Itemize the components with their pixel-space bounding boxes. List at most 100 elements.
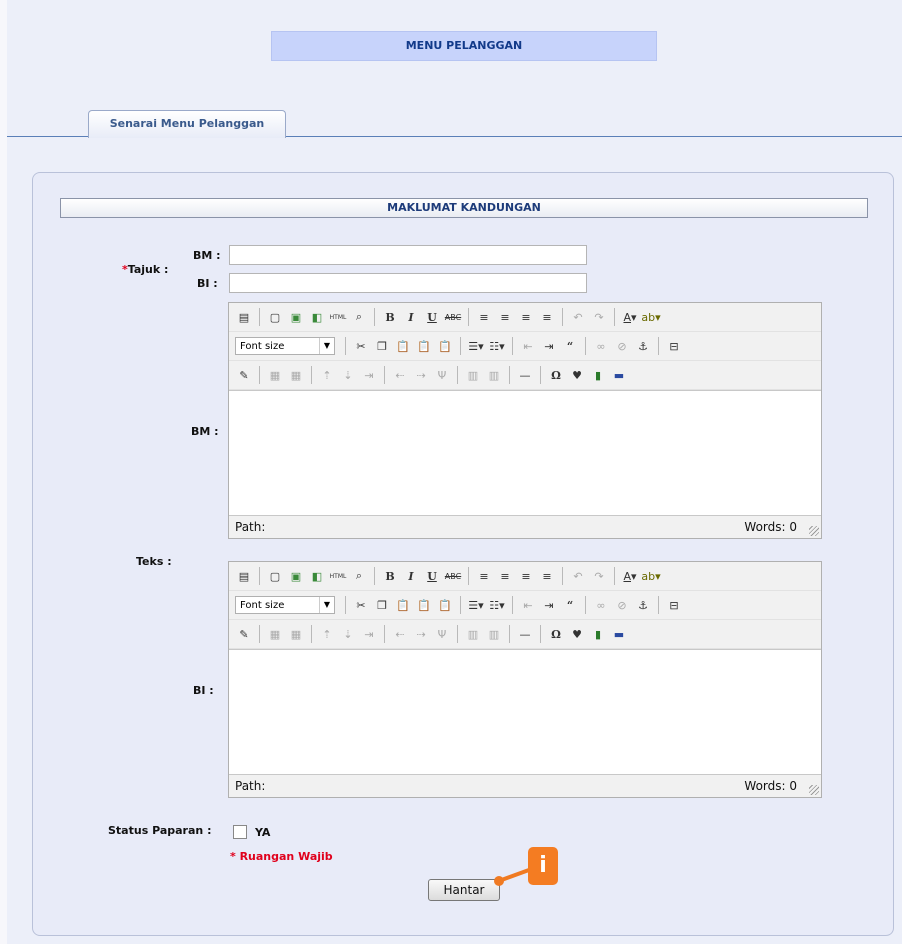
preview-icon[interactable]: ⌕ xyxy=(350,567,368,585)
col-after-icon[interactable]: ⇢ xyxy=(412,625,430,643)
resize-handle-icon[interactable] xyxy=(809,526,819,536)
media-icon[interactable]: ▮ xyxy=(589,366,607,384)
justify-icon[interactable]: ≡ xyxy=(538,567,556,585)
unlink-icon[interactable]: ⊘ xyxy=(613,596,631,614)
editor-bi-content[interactable] xyxy=(229,649,821,775)
highlight-color-icon[interactable]: ab▾ xyxy=(641,567,660,585)
blockquote-icon[interactable]: “ xyxy=(561,596,579,614)
bold-icon[interactable]: B xyxy=(381,567,399,585)
indent-icon[interactable]: ⇥ xyxy=(540,337,558,355)
col-before-icon[interactable]: ⇠ xyxy=(391,625,409,643)
copy-icon[interactable]: ❐ xyxy=(373,337,391,355)
html-icon[interactable]: HTML xyxy=(329,567,347,585)
align-right-icon[interactable]: ≡ xyxy=(517,567,535,585)
table-icon[interactable]: ▦ xyxy=(266,366,284,384)
delete-col-icon[interactable]: Ψ xyxy=(433,625,451,643)
strikethrough-icon[interactable]: ABC xyxy=(444,308,462,326)
cut-icon[interactable]: ✂ xyxy=(352,596,370,614)
status-ya-checkbox[interactable] xyxy=(233,825,247,839)
hr-icon[interactable]: — xyxy=(516,366,534,384)
align-left-icon[interactable]: ≡ xyxy=(475,308,493,326)
horizontal-rule-icon[interactable]: ⊟ xyxy=(665,337,683,355)
merge-cells-icon[interactable]: ▥ xyxy=(485,366,503,384)
special-char-icon[interactable]: Ω xyxy=(547,366,565,384)
text-color-icon[interactable]: A ▾ xyxy=(621,567,639,585)
bold-icon[interactable]: B xyxy=(381,308,399,326)
col-before-icon[interactable]: ⇠ xyxy=(391,366,409,384)
spellcheck-icon[interactable]: ♥ xyxy=(568,366,586,384)
undo-icon[interactable]: ↶ xyxy=(569,308,587,326)
paste-icon[interactable]: 📋 xyxy=(394,596,412,614)
insert-image-icon[interactable]: ▣ xyxy=(287,308,305,326)
media-icon[interactable]: ▮ xyxy=(589,625,607,643)
strikethrough-icon[interactable]: ABC xyxy=(444,567,462,585)
html-icon[interactable]: HTML xyxy=(329,308,347,326)
separator-icon[interactable]: ▬ xyxy=(610,625,628,643)
paste-word-icon[interactable]: 📋 xyxy=(436,596,454,614)
align-center-icon[interactable]: ≡ xyxy=(496,567,514,585)
align-center-icon[interactable]: ≡ xyxy=(496,308,514,326)
source-icon[interactable]: ▤ xyxy=(235,308,253,326)
paste-word-icon[interactable]: 📋 xyxy=(436,337,454,355)
split-cells-icon[interactable]: ▥ xyxy=(464,366,482,384)
highlight-color-icon[interactable]: ab▾ xyxy=(641,308,660,326)
row-before-icon[interactable]: ⇡ xyxy=(318,366,336,384)
redo-icon[interactable]: ↷ xyxy=(590,308,608,326)
paste-icon[interactable]: 📋 xyxy=(394,337,412,355)
text-color-icon[interactable]: A ▾ xyxy=(621,308,639,326)
row-before-icon[interactable]: ⇡ xyxy=(318,625,336,643)
blockquote-icon[interactable]: “ xyxy=(561,337,579,355)
link-icon[interactable]: ∞ xyxy=(592,596,610,614)
outdent-icon[interactable]: ⇤ xyxy=(519,337,537,355)
editor-bm-content[interactable] xyxy=(229,390,821,516)
numbered-list-icon[interactable]: ☷▾ xyxy=(488,337,506,355)
tab-senarai-menu-pelanggan[interactable]: Senarai Menu Pelanggan xyxy=(88,110,286,138)
tajuk-bm-input[interactable] xyxy=(229,245,587,265)
underline-icon[interactable]: U xyxy=(423,567,441,585)
delete-col-icon[interactable]: Ψ xyxy=(433,366,451,384)
hantar-button[interactable]: Hantar xyxy=(428,879,500,901)
col-after-icon[interactable]: ⇢ xyxy=(412,366,430,384)
unlink-icon[interactable]: ⊘ xyxy=(613,337,631,355)
bullet-list-icon[interactable]: ☰▾ xyxy=(467,596,485,614)
justify-icon[interactable]: ≡ xyxy=(538,308,556,326)
font-size-select[interactable]: Font size ▼ xyxy=(235,337,335,355)
source-icon[interactable]: ▤ xyxy=(235,567,253,585)
italic-icon[interactable]: I xyxy=(402,567,420,585)
edit-icon[interactable]: ✎ xyxy=(235,366,253,384)
table-props-icon[interactable]: ▦ xyxy=(287,625,305,643)
redo-icon[interactable]: ↷ xyxy=(590,567,608,585)
outdent-icon[interactable]: ⇤ xyxy=(519,596,537,614)
delete-row-icon[interactable]: ⇥ xyxy=(360,625,378,643)
insert-media-icon[interactable]: ◧ xyxy=(308,308,326,326)
special-char-icon[interactable]: Ω xyxy=(547,625,565,643)
insert-image-icon[interactable]: ▣ xyxy=(287,567,305,585)
undo-icon[interactable]: ↶ xyxy=(569,567,587,585)
split-cells-icon[interactable]: ▥ xyxy=(464,625,482,643)
new-document-icon[interactable]: ▢ xyxy=(266,567,284,585)
align-left-icon[interactable]: ≡ xyxy=(475,567,493,585)
preview-icon[interactable]: ⌕ xyxy=(350,308,368,326)
paste-text-icon[interactable]: 📋 xyxy=(415,337,433,355)
paste-text-icon[interactable]: 📋 xyxy=(415,596,433,614)
edit-icon[interactable]: ✎ xyxy=(235,625,253,643)
merge-cells-icon[interactable]: ▥ xyxy=(485,625,503,643)
cut-icon[interactable]: ✂ xyxy=(352,337,370,355)
new-document-icon[interactable]: ▢ xyxy=(266,308,284,326)
indent-icon[interactable]: ⇥ xyxy=(540,596,558,614)
underline-icon[interactable]: U xyxy=(423,308,441,326)
anchor-icon[interactable]: ⚓ xyxy=(634,596,652,614)
copy-icon[interactable]: ❐ xyxy=(373,596,391,614)
link-icon[interactable]: ∞ xyxy=(592,337,610,355)
numbered-list-icon[interactable]: ☷▾ xyxy=(488,596,506,614)
italic-icon[interactable]: I xyxy=(402,308,420,326)
table-icon[interactable]: ▦ xyxy=(266,625,284,643)
anchor-icon[interactable]: ⚓ xyxy=(634,337,652,355)
row-after-icon[interactable]: ⇣ xyxy=(339,366,357,384)
resize-handle-icon[interactable] xyxy=(809,785,819,795)
insert-media-icon[interactable]: ◧ xyxy=(308,567,326,585)
table-props-icon[interactable]: ▦ xyxy=(287,366,305,384)
tajuk-bi-input[interactable] xyxy=(229,273,587,293)
hr-icon[interactable]: — xyxy=(516,625,534,643)
separator-icon[interactable]: ▬ xyxy=(610,366,628,384)
